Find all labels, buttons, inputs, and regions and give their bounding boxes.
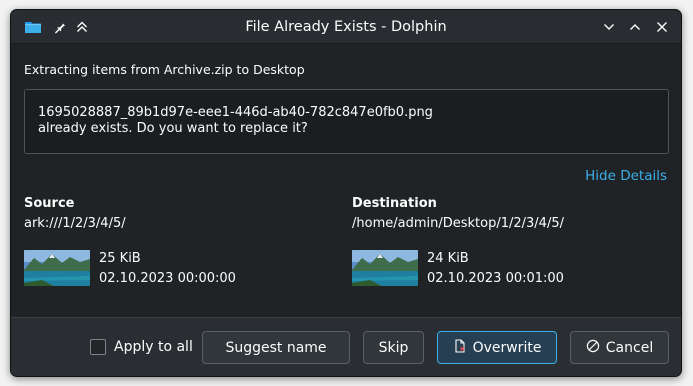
message-box: 1695028887_89b1d97e-eee1-446d-ab40-782c8… — [24, 89, 669, 154]
destination-date: 02.10.2023 00:01:00 — [427, 271, 564, 286]
suggest-name-label: Suggest name — [225, 339, 327, 356]
source-date: 02.10.2023 00:00:00 — [99, 271, 236, 286]
overwrite-label: Overwrite — [472, 339, 542, 356]
cancel-icon — [586, 339, 600, 357]
message-question: already exists. Do you want to replace i… — [38, 121, 308, 136]
suggest-name-button[interactable]: Suggest name — [202, 331, 350, 364]
close-icon[interactable] — [653, 18, 671, 36]
apply-to-all-label[interactable]: Apply to all — [114, 339, 193, 355]
destination-path: /home/admin/Desktop/1/2/3/4/5/ — [352, 216, 564, 231]
window-title: File Already Exists - Dolphin — [245, 19, 447, 35]
cancel-button[interactable]: Cancel — [570, 331, 669, 364]
extracting-prefix: Extracting items from Archive.zip to — [24, 62, 250, 77]
cancel-label: Cancel — [605, 339, 654, 356]
overwrite-icon — [453, 338, 467, 357]
source-heading: Source — [24, 196, 75, 211]
titlebar: File Already Exists - Dolphin — [11, 10, 681, 44]
message-filename: 1695028887_89b1d97e-eee1-446d-ab40-782c8… — [38, 105, 433, 120]
destination-size: 24 KiB — [427, 251, 469, 266]
apply-to-all-checkbox[interactable] — [90, 339, 106, 355]
skip-label: Skip — [378, 339, 409, 356]
extracting-target: Desktop — [253, 62, 305, 77]
source-size: 25 KiB — [99, 251, 141, 266]
overwrite-button[interactable]: Overwrite — [437, 331, 557, 364]
destination-heading: Destination — [352, 196, 437, 211]
destination-thumbnail — [352, 250, 418, 286]
source-path: ark:///1/2/3/4/5/ — [24, 216, 126, 231]
maximize-icon[interactable] — [626, 18, 644, 36]
hide-details-link[interactable]: Hide Details — [585, 168, 667, 184]
skip-button[interactable]: Skip — [363, 331, 424, 364]
minimize-icon[interactable] — [600, 18, 618, 36]
source-thumbnail — [24, 250, 90, 286]
extracting-status: Extracting items from Archive.zip to Des… — [24, 62, 305, 77]
dialog-window: File Already Exists - Dolphin Extracting… — [10, 9, 682, 377]
